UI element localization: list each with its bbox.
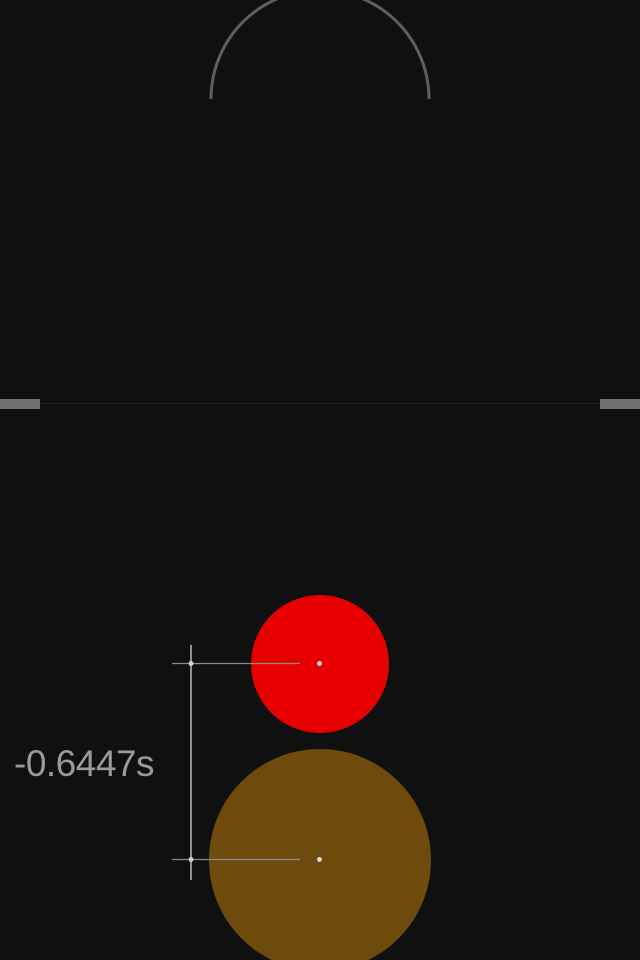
brown-ball-center-dot	[317, 857, 322, 862]
left-drag-handle[interactable]	[0, 399, 40, 409]
bracket-bottom-node	[188, 857, 194, 862]
target-arc-icon	[209, 0, 431, 100]
timing-canvas[interactable]: -0.6447s	[0, 0, 640, 960]
bracket-top-node	[188, 661, 194, 666]
red-ball-center-dot	[317, 661, 322, 666]
time-offset-label: -0.6447s	[14, 743, 155, 784]
target-arc-path	[209, 0, 431, 100]
divider-line	[40, 403, 600, 404]
right-drag-handle[interactable]	[600, 399, 640, 409]
brown-ball[interactable]	[209, 749, 431, 960]
